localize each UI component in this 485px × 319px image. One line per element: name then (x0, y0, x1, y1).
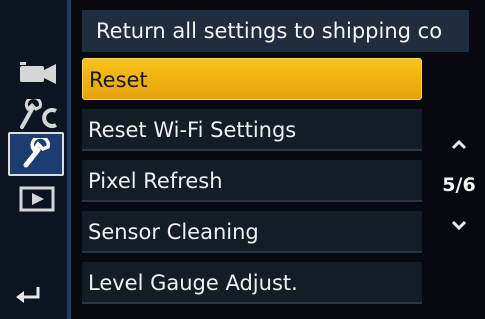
menu-item-sensor-cleaning[interactable]: Sensor Cleaning (82, 211, 422, 253)
return-icon[interactable] (14, 281, 44, 305)
sidebar (0, 0, 68, 319)
menu-description: Return all settings to shipping co (82, 10, 469, 52)
setup-wrench-icon[interactable] (8, 132, 64, 176)
movie-camera-icon[interactable] (14, 56, 60, 90)
sidebar-divider (67, 0, 71, 319)
page-indicator: 5/6 (442, 174, 476, 196)
menu-item-reset[interactable]: Reset (82, 58, 422, 100)
menu-item-pixel-refresh[interactable]: Pixel Refresh (82, 160, 422, 202)
chevron-up-icon[interactable] (448, 136, 470, 152)
playback-icon[interactable] (14, 182, 60, 216)
menu-item-reset-wifi[interactable]: Reset Wi-Fi Settings (82, 109, 422, 151)
custom-wrench-icon[interactable] (14, 98, 60, 132)
chevron-down-icon[interactable] (448, 218, 470, 234)
menu-item-level-gauge[interactable]: Level Gauge Adjust. (82, 262, 422, 304)
